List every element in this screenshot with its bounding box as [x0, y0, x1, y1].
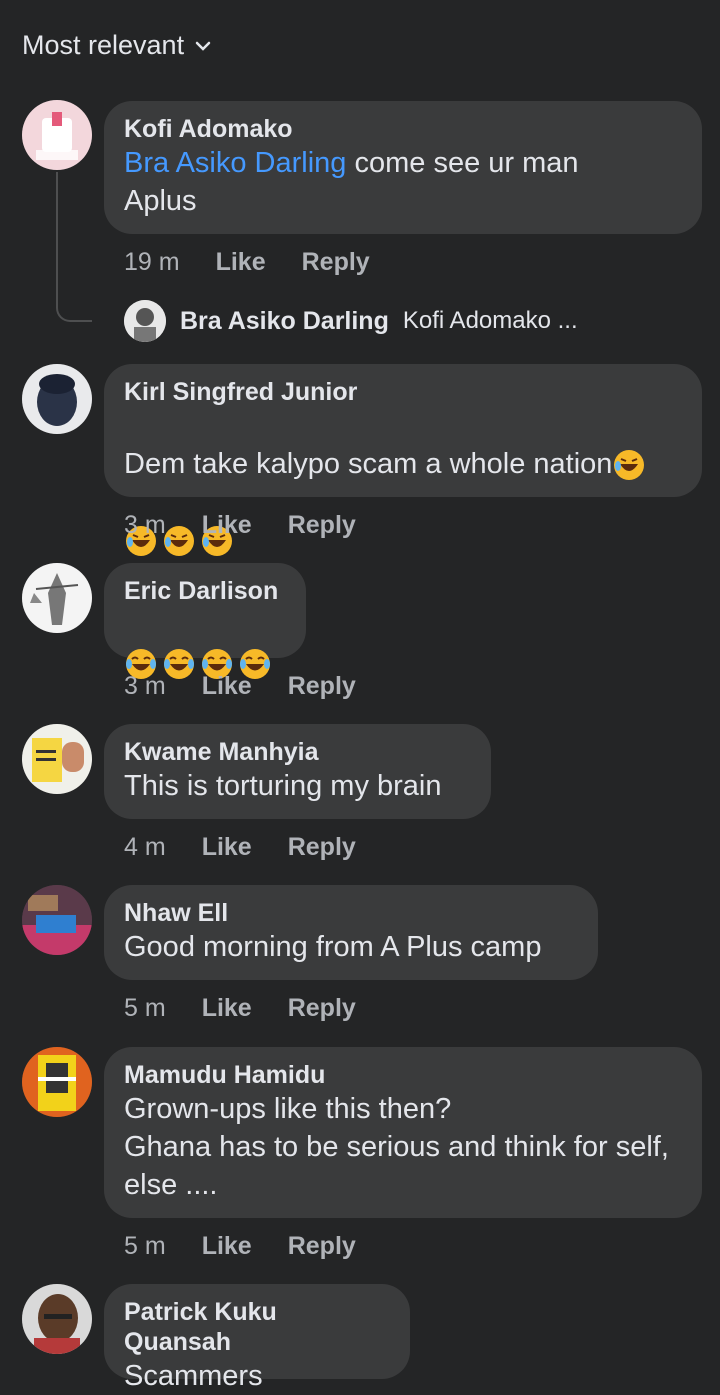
comment-text [124, 606, 286, 682]
comment-text: This is torturing my brain [124, 770, 442, 802]
avatar[interactable] [22, 100, 92, 170]
reply-snippet: Kofi Adomako ... [402, 307, 578, 334]
chevron-down-icon [195, 41, 211, 51]
reply-button[interactable]: Reply [288, 833, 356, 862]
comment-author[interactable]: Kofi Adomako [124, 114, 682, 144]
comment-time[interactable]: 3 m [124, 511, 166, 540]
comment-text: Scammers [124, 1360, 263, 1392]
comment-meta: 5 m Like Reply [124, 994, 356, 1023]
like-button[interactable]: Like [202, 994, 252, 1023]
reply-author: Bra Asiko Darling [180, 306, 389, 335]
comment-author[interactable]: Patrick Kuku Quansah [124, 1297, 390, 1357]
avatar[interactable] [22, 885, 92, 955]
comment-bubble: Mamudu Hamidu Grown-ups like this then? … [104, 1047, 702, 1218]
comment-author[interactable]: Kirl Singfred Junior [124, 377, 682, 407]
comment-meta: 3 m Like Reply [124, 511, 356, 540]
comment-bubble: Nhaw Ell Good morning from A Plus camp [104, 885, 598, 980]
comment-time[interactable]: 3 m [124, 672, 166, 701]
avatar[interactable] [22, 1047, 92, 1117]
comment-meta: 4 m Like Reply [124, 833, 356, 862]
comment-time[interactable]: 5 m [124, 994, 166, 1023]
comment-time[interactable]: 5 m [124, 1232, 166, 1261]
like-button[interactable]: Like [202, 833, 252, 862]
thread-line [56, 172, 92, 322]
comment-meta: 3 m Like Reply [124, 672, 356, 701]
sort-dropdown[interactable]: Most relevant [22, 30, 212, 61]
comment-time[interactable]: 19 m [124, 248, 180, 277]
reply-preview[interactable]: Bra Asiko Darling Kofi Adomako ... [124, 300, 578, 342]
comment-bubble: Kofi Adomako Bra Asiko Darling come see … [104, 101, 702, 234]
comment-meta: 5 m Like Reply [124, 1232, 356, 1261]
comment-bubble: Eric Darlison [104, 563, 306, 680]
sort-label: Most relevant [22, 30, 185, 60]
mention-link[interactable]: Bra Asiko Darling [124, 147, 346, 179]
reply-button[interactable]: Reply [288, 672, 356, 701]
comment-bubble: Kwame Manhyia This is torturing my brain [104, 724, 491, 819]
like-button[interactable]: Like [216, 248, 266, 277]
comment-time[interactable]: 4 m [124, 833, 166, 862]
like-button[interactable]: Like [202, 511, 252, 540]
reply-button[interactable]: Reply [288, 994, 356, 1023]
comment-text: Grown-ups like this then? Ghana has to b… [124, 1093, 669, 1201]
avatar[interactable] [22, 1284, 92, 1354]
comment-author[interactable]: Eric Darlison [124, 576, 286, 606]
avatar [124, 300, 166, 342]
rofl-emoji-icon [614, 450, 645, 481]
comment-meta: 19 m Like Reply [124, 248, 370, 277]
comment-bubble: Patrick Kuku Quansah Scammers [104, 1284, 410, 1392]
comment-bubble: Kirl Singfred Junior Dem take kalypo sca… [104, 364, 702, 557]
avatar[interactable] [22, 724, 92, 794]
comment-author[interactable]: Mamudu Hamidu [124, 1060, 682, 1090]
like-button[interactable]: Like [202, 672, 252, 701]
reply-button[interactable]: Reply [302, 248, 370, 277]
comment-author[interactable]: Kwame Manhyia [124, 737, 471, 767]
comment-text: Bra Asiko Darling come see ur man Aplus [124, 147, 579, 217]
avatar[interactable] [22, 364, 92, 434]
comment-text: Good morning from A Plus camp [124, 931, 542, 963]
reply-button[interactable]: Reply [288, 1232, 356, 1261]
avatar[interactable] [22, 563, 92, 633]
reply-button[interactable]: Reply [288, 511, 356, 540]
like-button[interactable]: Like [202, 1232, 252, 1261]
comment-author[interactable]: Nhaw Ell [124, 898, 578, 928]
